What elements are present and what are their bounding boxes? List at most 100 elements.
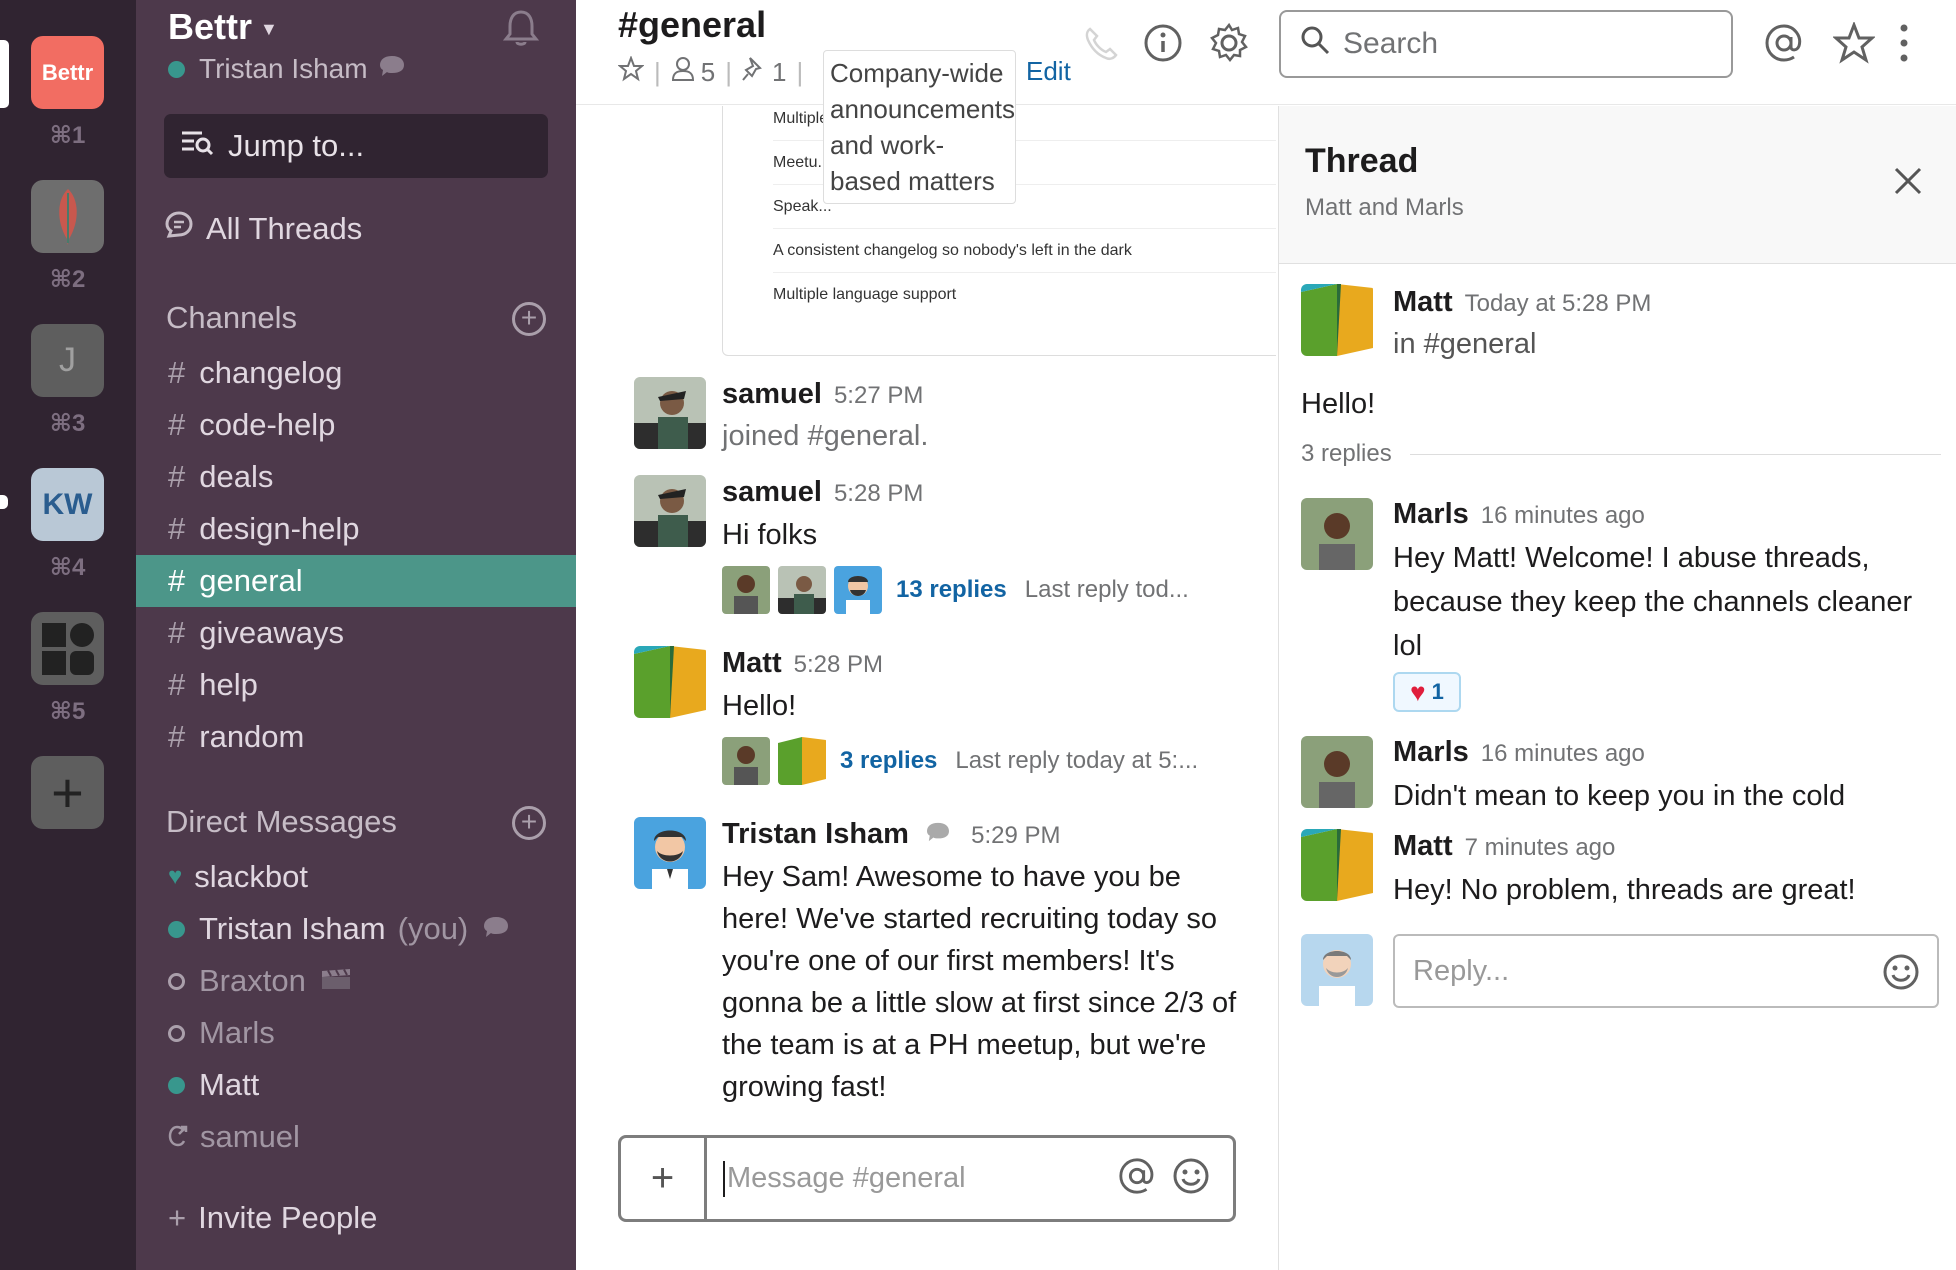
team-2[interactable]: ⌘2 xyxy=(31,180,104,294)
team-j[interactable]: J ⌘3 xyxy=(31,324,104,438)
team-5[interactable]: ⌘5 xyxy=(31,612,104,726)
dm-tristan-isham[interactable]: Tristan Isham (you) xyxy=(168,903,510,955)
message-author[interactable]: samuel 5:27 PM xyxy=(722,378,923,411)
message-time: 7 minutes ago xyxy=(1464,834,1616,861)
add-team[interactable]: + xyxy=(31,756,104,829)
pinned-count[interactable]: 1 xyxy=(772,57,786,88)
avatar[interactable] xyxy=(634,817,706,889)
dm-braxton[interactable]: Braxton xyxy=(168,955,352,1007)
current-user[interactable]: Tristan Isham xyxy=(168,53,406,85)
dm-samuel[interactable]: samuel xyxy=(168,1111,300,1163)
message-composer[interactable]: + Message #general xyxy=(618,1135,1236,1222)
message-input[interactable]: Message #general xyxy=(723,1160,1117,1197)
search-input[interactable]: Search xyxy=(1279,10,1733,78)
team-name: Bettr xyxy=(168,6,253,47)
team-tile-kw[interactable]: KW xyxy=(31,468,104,541)
avatar[interactable] xyxy=(1301,498,1373,570)
attach-button[interactable]: + xyxy=(621,1138,707,1219)
mention-icon[interactable] xyxy=(1117,1156,1157,1201)
avatar[interactable] xyxy=(1301,284,1373,356)
hash-icon: # xyxy=(168,407,186,442)
dm-matt[interactable]: Matt xyxy=(168,1059,259,1111)
close-icon[interactable] xyxy=(1891,164,1925,198)
dm-heading[interactable]: Direct Messages + xyxy=(166,804,546,840)
add-dm-icon[interactable]: + xyxy=(512,806,546,840)
feather-icon[interactable] xyxy=(31,180,104,253)
thread-summary[interactable]: 3 replies Last reply today at 5:... xyxy=(722,737,1198,785)
team-shortcut: ⌘1 xyxy=(49,122,86,149)
replies-link[interactable]: 3 replies xyxy=(840,747,937,775)
message-author[interactable]: Matt 5:28 PM xyxy=(722,647,883,680)
hash-icon: # xyxy=(168,719,186,754)
heart-icon: ♥ xyxy=(168,863,183,890)
reply-author[interactable]: Marls 16 minutes ago xyxy=(1393,498,1645,531)
avatar[interactable] xyxy=(634,475,706,547)
sidebar-item-giveaways[interactable]: # giveaways xyxy=(136,607,576,659)
thread-summary[interactable]: 13 replies Last reply tod... xyxy=(722,566,1189,614)
edit-purpose-link[interactable]: Edit xyxy=(1026,56,1071,87)
starred-icon[interactable] xyxy=(1832,20,1876,64)
team-kw[interactable]: KW ⌘4 xyxy=(31,468,104,582)
message-author[interactable]: Tristan Isham 5:29 PM xyxy=(722,818,1060,851)
member-icon[interactable] xyxy=(671,56,695,89)
sidebar-item-general[interactable]: # general xyxy=(136,555,576,607)
phone-icon[interactable] xyxy=(1081,24,1123,66)
dm-marls[interactable]: Marls xyxy=(168,1007,275,1059)
team-tile-bettr[interactable]: Bettr xyxy=(31,36,104,109)
sidebar-item-changelog[interactable]: # changelog xyxy=(136,347,576,399)
emoji-icon[interactable] xyxy=(1171,1156,1211,1201)
team-tile-j[interactable]: J xyxy=(31,324,104,397)
threads-icon xyxy=(164,210,206,248)
thread-parent-author[interactable]: Matt Today at 5:28 PM xyxy=(1393,286,1651,319)
sidebar-item-code-help[interactable]: # code-help xyxy=(136,399,576,451)
emoji-icon[interactable] xyxy=(1881,952,1921,1000)
jump-to-button[interactable]: Jump to... xyxy=(164,114,548,178)
all-threads-link[interactable]: All Threads xyxy=(164,210,362,248)
clapper-icon xyxy=(320,963,352,999)
message-list[interactable]: Multiple ... ions Meetu... Speak... A co… xyxy=(576,106,1276,1270)
reply-author[interactable]: Matt 7 minutes ago xyxy=(1393,830,1615,863)
reply-text: Hey Matt! Welcome! I abuse threads, beca… xyxy=(1393,542,1913,662)
star-icon[interactable] xyxy=(617,55,645,89)
dm-label: slackbot xyxy=(194,859,308,894)
sidebar-item-deals[interactable]: # deals xyxy=(136,451,576,503)
sidebar-item-design-help[interactable]: # design-help xyxy=(136,503,576,555)
add-team-icon[interactable]: + xyxy=(31,756,104,829)
dm-label: Tristan Isham xyxy=(199,911,386,946)
message-time: 5:28 PM xyxy=(833,480,924,507)
pin-icon[interactable] xyxy=(742,56,766,89)
dm-slackbot[interactable]: ♥ slackbot xyxy=(168,851,308,903)
team-shortcut: ⌘3 xyxy=(49,410,86,437)
invite-people-link[interactable]: + Invite People xyxy=(168,1200,377,1236)
add-channel-icon[interactable]: + xyxy=(512,302,546,336)
jump-to-label: Jump to... xyxy=(228,128,365,163)
avatar[interactable] xyxy=(1301,829,1373,901)
info-icon[interactable] xyxy=(1142,22,1184,64)
reply-input[interactable]: Reply... xyxy=(1393,934,1939,1008)
channel-title[interactable]: #general xyxy=(618,4,766,46)
message-text: Hey Sam! Awesome to have you be here! We… xyxy=(722,861,1237,1103)
sidebar-item-help[interactable]: # help xyxy=(136,659,576,711)
team-bettr[interactable]: Bettr ⌘1 xyxy=(31,36,104,150)
channel-label: giveaways xyxy=(199,615,344,650)
channels-heading[interactable]: Channels + xyxy=(166,300,546,336)
mentions-icon[interactable] xyxy=(1763,22,1805,64)
reply-author[interactable]: Marls 16 minutes ago xyxy=(1393,736,1645,769)
channel-label: code-help xyxy=(199,407,336,442)
reaction-heart[interactable]: ♥ 1 xyxy=(1393,672,1461,712)
blocks-icon[interactable] xyxy=(31,612,104,685)
more-icon[interactable] xyxy=(1894,22,1914,64)
sidebar-item-random[interactable]: # random xyxy=(136,711,576,763)
replies-link[interactable]: 13 replies xyxy=(896,576,1007,604)
thread-parent-channel[interactable]: in #general xyxy=(1393,322,1537,366)
member-count[interactable]: 5 xyxy=(701,57,715,88)
speech-bubble-icon xyxy=(482,911,510,947)
team-menu[interactable]: Bettr ▼ xyxy=(168,6,278,48)
thread-parent-text: Hello! xyxy=(1301,388,1376,420)
avatar[interactable] xyxy=(634,377,706,449)
avatar[interactable] xyxy=(634,646,706,718)
avatar[interactable] xyxy=(1301,736,1373,808)
message-author[interactable]: samuel 5:28 PM xyxy=(722,476,923,509)
gear-icon[interactable] xyxy=(1208,22,1250,64)
bell-icon[interactable] xyxy=(501,8,541,48)
